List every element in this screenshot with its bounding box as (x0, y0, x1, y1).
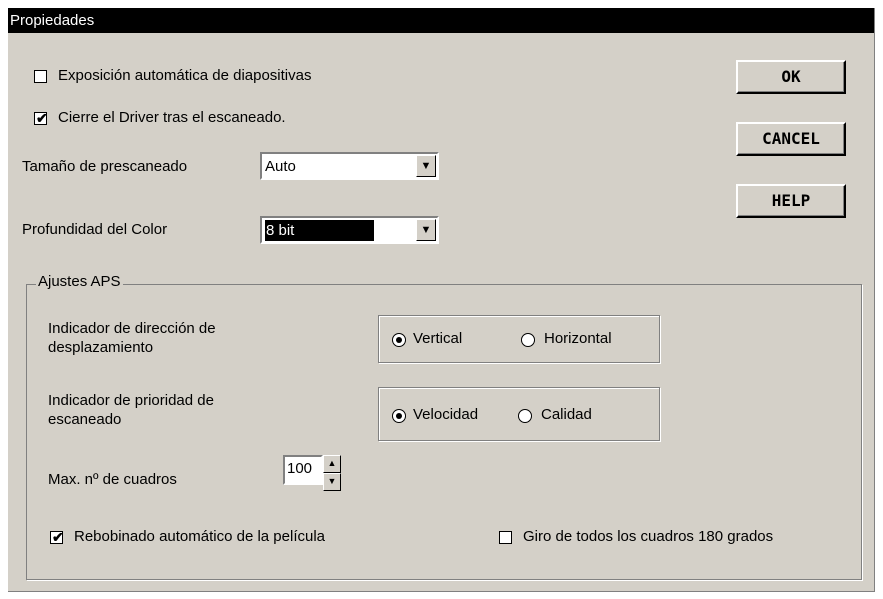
help-button[interactable]: HELP (736, 184, 846, 218)
prescan-size-select[interactable]: Auto ▼ (260, 152, 439, 180)
prescan-size-value: Auto (265, 158, 296, 175)
close-driver-checkbox[interactable]: ✔ (34, 110, 48, 126)
prescan-size-label: Tamaño de prescaneado (22, 158, 188, 175)
cancel-button[interactable]: CANCEL (736, 122, 846, 156)
direction-label-line1: Indicador de dirección de (48, 320, 216, 337)
checkmark-icon: ✔ (52, 529, 64, 545)
color-depth-select[interactable]: 8 bit ▼ (260, 216, 439, 244)
priority-label-line2: escaneado (48, 411, 122, 428)
chevron-down-icon[interactable]: ▼ (416, 155, 436, 177)
auto-rewind-checkbox[interactable]: ✔ (50, 529, 64, 545)
spin-down-icon: ▼ (327, 476, 337, 486)
spin-down-button[interactable]: ▼ (323, 473, 341, 491)
quality-radio[interactable] (518, 409, 532, 423)
checkmark-icon: ✔ (36, 110, 48, 126)
auto-slide-checkbox[interactable] (34, 70, 47, 83)
vertical-radio-label: Vertical (413, 330, 463, 347)
close-driver-label: Cierre el Driver tras el escaneado. (58, 109, 286, 126)
max-frames-label: Max. nº de cuadros (48, 471, 177, 488)
aps-settings-title: Ajustes APS (36, 273, 123, 290)
vertical-radio[interactable] (392, 333, 406, 347)
spin-up-icon: ▲ (327, 458, 337, 468)
ok-button[interactable]: OK (736, 60, 846, 94)
auto-rewind-label: Rebobinado automático de la película (74, 528, 326, 545)
quality-radio-label: Calidad (541, 406, 592, 423)
auto-slide-label: Exposición automática de diapositivas (58, 67, 312, 84)
properties-dialog: Propiedades Exposición automática de dia… (8, 8, 875, 592)
radio-selected-dot (396, 413, 402, 419)
max-frames-value: 100 (287, 460, 313, 477)
direction-label-line2: desplazamiento (48, 339, 154, 356)
chevron-down-icon[interactable]: ▼ (416, 219, 436, 241)
radio-selected-dot (396, 337, 402, 343)
window-title: Propiedades (10, 12, 95, 29)
rotate-all-checkbox[interactable] (499, 531, 512, 544)
priority-label-line1: Indicador de prioridad de (48, 392, 214, 409)
title-bar: Propiedades (8, 8, 874, 33)
color-depth-label: Profundidad del Color (22, 221, 168, 238)
speed-radio-label: Velocidad (413, 406, 479, 423)
spin-up-button[interactable]: ▲ (323, 455, 341, 473)
color-depth-value: 8 bit (263, 219, 376, 242)
horizontal-radio[interactable] (521, 333, 535, 347)
rotate-all-label: Giro de todos los cuadros 180 grados (523, 528, 774, 545)
horizontal-radio-label: Horizontal (544, 330, 612, 347)
max-frames-input[interactable]: 100 (283, 455, 323, 485)
speed-radio[interactable] (392, 409, 406, 423)
